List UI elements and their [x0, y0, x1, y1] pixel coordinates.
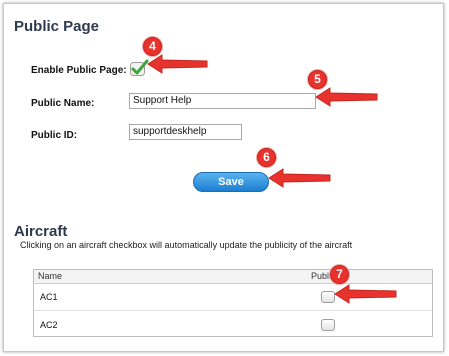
column-header-name: Name — [38, 271, 63, 281]
callout-badge: 6 — [257, 148, 276, 167]
table-header: Name Public — [34, 270, 432, 284]
aircraft-name-cell: AC1 — [40, 292, 58, 302]
callout-arrow-icon — [334, 284, 397, 304]
public-name-label: Public Name: — [31, 98, 95, 109]
save-button[interactable]: Save — [193, 172, 269, 192]
public-id-label: Public ID: — [31, 130, 78, 141]
public-id-input[interactable]: supportdeskhelp — [129, 124, 242, 140]
aircraft-name-cell: AC2 — [40, 320, 58, 330]
enable-public-page-label: Enable Public Page: — [31, 65, 127, 76]
public-page-title: Public Page — [14, 18, 100, 35]
aircraft-description: Clicking on an aircraft checkbox will au… — [20, 240, 353, 250]
callout-arrow-icon — [147, 54, 208, 74]
callout-badge: 4 — [143, 37, 162, 56]
aircraft-title: Aircraft — [14, 223, 68, 240]
callout-badge: 5 — [308, 70, 327, 89]
public-checkbox-ac2[interactable] — [321, 319, 335, 331]
callout-arrow-icon — [268, 168, 331, 188]
table-row: AC2 — [34, 311, 432, 338]
callout-badge: 7 — [330, 265, 349, 284]
callout-arrow-icon — [315, 87, 378, 107]
public-name-input[interactable]: Support Help — [129, 93, 316, 109]
